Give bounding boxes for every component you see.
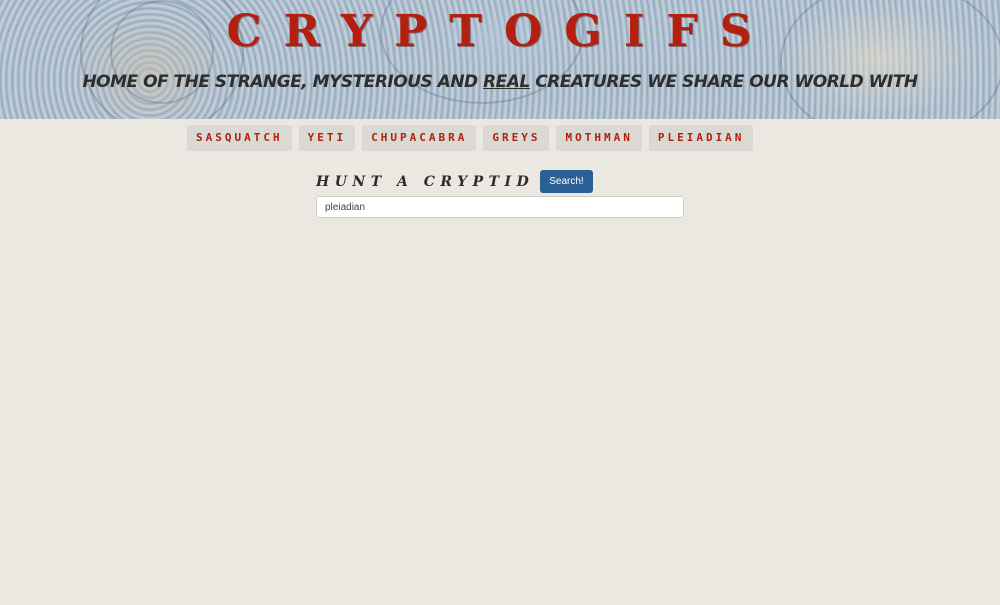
tagline-text: HOME OF THE STRANGE, MYSTERIOUS AND xyxy=(82,72,484,92)
cryptid-nav: SASQUATCH YETI CHUPACABRA GREYS MOTHMAN … xyxy=(187,125,754,151)
nav-button-chupacabra[interactable]: CHUPACABRA xyxy=(362,125,477,151)
search-button[interactable]: Search! xyxy=(540,170,593,193)
nav-button-yeti[interactable]: YETI xyxy=(298,125,356,151)
header-banner: CRYPTOGIFS HOME OF THE STRANGE, MYSTERIO… xyxy=(0,0,1000,119)
search-header: HUNT A CRYPTID Search! xyxy=(316,170,593,193)
nav-button-greys[interactable]: GREYS xyxy=(483,125,550,151)
site-title[interactable]: CRYPTOGIFS xyxy=(0,6,1000,57)
tagline-emphasis: REAL xyxy=(483,72,530,92)
search-heading: HUNT A CRYPTID xyxy=(316,173,535,190)
search-input[interactable] xyxy=(316,196,684,218)
tagline-text-end: CREATURES WE SHARE OUR WORLD WITH xyxy=(529,72,918,92)
nav-button-mothman[interactable]: MOTHMAN xyxy=(556,125,642,151)
nav-button-pleiadian[interactable]: PLEIADIAN xyxy=(648,125,754,151)
site-tagline: HOME OF THE STRANGE, MYSTERIOUS AND REAL… xyxy=(0,72,1000,92)
nav-button-sasquatch[interactable]: SASQUATCH xyxy=(187,125,292,151)
